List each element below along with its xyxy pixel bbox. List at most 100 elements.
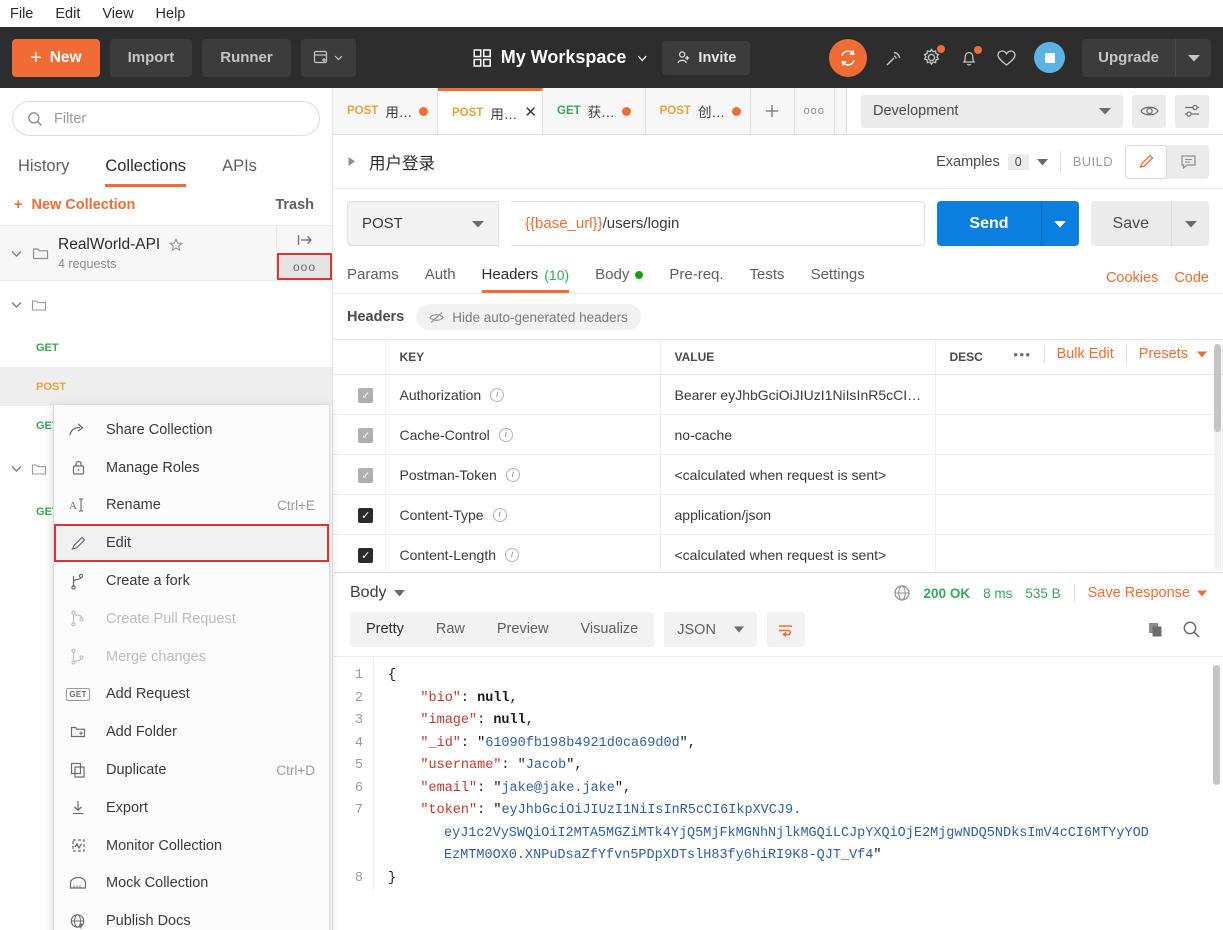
response-code-area[interactable]: 1 2 3 4 5 6 7 8 { "bio": null, "image": … bbox=[334, 656, 1223, 930]
new-collection-button[interactable]: + New Collection bbox=[14, 197, 135, 213]
close-icon[interactable]: ✕ bbox=[524, 105, 537, 120]
invite-button[interactable]: Invite bbox=[662, 40, 751, 75]
menu-item-edit[interactable]: Edit bbox=[55, 6, 80, 22]
header-key-cell[interactable]: Content-Type i bbox=[385, 494, 661, 535]
expand-panel-button[interactable] bbox=[277, 226, 332, 253]
info-icon[interactable]: i bbox=[505, 547, 520, 562]
upgrade-caret[interactable] bbox=[1175, 38, 1211, 77]
broadcast-button[interactable] bbox=[884, 48, 904, 68]
examples-dropdown[interactable]: Examples 0 bbox=[936, 153, 1048, 170]
tab-settings[interactable]: Settings bbox=[811, 266, 865, 293]
row-checkbox[interactable]: ✓ bbox=[358, 388, 374, 403]
context-menu-item-export[interactable]: Export bbox=[54, 789, 329, 827]
header-desc[interactable] bbox=[935, 534, 1223, 575]
import-button[interactable]: Import bbox=[109, 38, 193, 77]
header-desc[interactable] bbox=[935, 374, 1223, 415]
tab-overflow-button[interactable]: ooo bbox=[795, 88, 835, 134]
avatar[interactable] bbox=[1034, 42, 1066, 73]
bulk-edit-button[interactable]: Bulk Edit bbox=[1057, 346, 1114, 362]
sidebar-tab-collections[interactable]: Collections bbox=[105, 157, 187, 187]
settings-button[interactable] bbox=[921, 45, 946, 68]
context-menu-item-manage-roles[interactable]: Manage Roles bbox=[54, 449, 329, 487]
view-preview[interactable]: Preview bbox=[481, 612, 565, 647]
environment-quick-look-button[interactable] bbox=[1132, 94, 1166, 128]
context-menu-item-duplicate[interactable]: Duplicate Ctrl+D bbox=[54, 751, 329, 789]
response-format-selector[interactable]: JSON bbox=[664, 612, 757, 647]
tree-request-item[interactable]: GET bbox=[0, 328, 332, 367]
sidebar-tab-apis[interactable]: APIs bbox=[222, 157, 257, 187]
collection-row[interactable]: RealWorld-API 4 requests ooo bbox=[0, 225, 332, 281]
row-checkbox[interactable]: ✓ bbox=[358, 428, 374, 443]
info-icon[interactable]: i bbox=[492, 507, 507, 522]
filter-box[interactable] bbox=[12, 101, 320, 136]
new-window-button[interactable] bbox=[300, 38, 356, 77]
row-checkbox[interactable]: ✓ bbox=[358, 468, 374, 483]
hide-auto-generated-headers-button[interactable]: Hide auto-generated headers bbox=[416, 304, 641, 330]
method-selector[interactable]: POST bbox=[347, 201, 499, 246]
chevron-down-icon[interactable] bbox=[10, 247, 23, 260]
edit-mode-button[interactable] bbox=[1125, 144, 1167, 179]
info-icon[interactable]: i bbox=[490, 387, 505, 402]
header-value[interactable]: Bearer eyJhbGciOiJIUzI1NiIsInR5cCI… bbox=[660, 374, 936, 415]
code-link[interactable]: Code bbox=[1174, 270, 1209, 286]
request-tab-3[interactable]: GET 获… bbox=[543, 88, 646, 134]
ellipsis-icon[interactable]: ••• bbox=[1013, 347, 1031, 362]
tab-headers[interactable]: Headers (10) bbox=[481, 266, 570, 293]
request-tab-4[interactable]: POST 创… bbox=[645, 88, 751, 134]
workspace-selector[interactable]: My Workspace bbox=[472, 47, 649, 68]
upgrade-button[interactable]: Upgrade bbox=[1082, 38, 1211, 77]
collection-row-main[interactable]: RealWorld-API 4 requests bbox=[0, 226, 276, 280]
context-menu-item-share-collection[interactable]: Share Collection bbox=[54, 411, 329, 449]
request-tab-1[interactable]: POST 用… bbox=[333, 88, 438, 134]
tree-request-item[interactable]: POST bbox=[0, 367, 332, 406]
view-raw[interactable]: Raw bbox=[420, 612, 481, 647]
headers-scrollbar[interactable] bbox=[1214, 344, 1221, 432]
favorites-button[interactable] bbox=[996, 48, 1017, 68]
runner-button[interactable]: Runner bbox=[202, 38, 291, 77]
context-menu-item-monitor-collection[interactable]: Monitor Collection bbox=[54, 827, 329, 865]
tree-folder-item[interactable] bbox=[0, 281, 332, 328]
chevron-right-icon[interactable] bbox=[347, 156, 357, 167]
header-value[interactable]: no-cache bbox=[660, 414, 936, 455]
row-checkbox[interactable]: ✓ bbox=[358, 548, 374, 563]
environment-selector[interactable]: Development bbox=[861, 94, 1123, 128]
cookies-link[interactable]: Cookies bbox=[1106, 270, 1158, 286]
header-value[interactable]: <calculated when request is sent> bbox=[660, 534, 936, 575]
request-name-row[interactable]: 用户登录 bbox=[347, 150, 435, 174]
tab-body[interactable]: Body bbox=[595, 266, 644, 293]
chevron-down-icon[interactable] bbox=[10, 298, 23, 311]
wrap-lines-button[interactable] bbox=[766, 612, 805, 647]
presets-dropdown[interactable]: Presets bbox=[1139, 346, 1207, 362]
header-key-cell[interactable]: Content-Length i bbox=[385, 534, 661, 575]
menu-item-help[interactable]: Help bbox=[156, 6, 186, 22]
save-response-button[interactable]: Save Response bbox=[1088, 585, 1207, 601]
header-value[interactable]: application/json bbox=[660, 494, 936, 535]
trash-button[interactable]: Trash bbox=[275, 197, 314, 213]
tab-prerequest[interactable]: Pre-req. bbox=[669, 266, 723, 293]
header-desc[interactable] bbox=[935, 414, 1223, 455]
header-key-cell[interactable]: Postman-Token i bbox=[385, 454, 661, 495]
sidebar-tab-history[interactable]: History bbox=[18, 157, 69, 187]
header-desc[interactable] bbox=[935, 454, 1223, 495]
notifications-button[interactable] bbox=[959, 45, 983, 68]
menu-item-view[interactable]: View bbox=[102, 6, 133, 22]
info-icon[interactable]: i bbox=[498, 427, 513, 442]
url-input[interactable]: {{base_url}}/users/login bbox=[511, 201, 926, 246]
view-pretty[interactable]: Pretty bbox=[350, 612, 420, 647]
collection-more-button[interactable]: ooo bbox=[277, 253, 332, 280]
response-body-dropdown[interactable]: Body bbox=[350, 584, 406, 602]
comment-mode-button[interactable] bbox=[1167, 145, 1209, 179]
tab-auth[interactable]: Auth bbox=[425, 266, 456, 293]
send-button[interactable]: Send bbox=[937, 201, 1041, 246]
new-tab-button[interactable] bbox=[751, 88, 795, 134]
header-value[interactable]: <calculated when request is sent> bbox=[660, 454, 936, 495]
send-options-button[interactable] bbox=[1040, 201, 1079, 246]
menu-item-file[interactable]: File bbox=[10, 6, 33, 22]
context-menu-item-rename[interactable]: A Rename Ctrl+E bbox=[54, 487, 329, 525]
copy-button[interactable] bbox=[1147, 621, 1165, 639]
tab-tests[interactable]: Tests bbox=[750, 266, 785, 293]
header-key-cell[interactable]: Cache-Control i bbox=[385, 414, 661, 455]
table-row[interactable]: ✓ Postman-Token i <calculated when reque… bbox=[333, 454, 1223, 495]
sync-button[interactable] bbox=[829, 38, 868, 77]
environment-settings-button[interactable] bbox=[1175, 94, 1209, 128]
